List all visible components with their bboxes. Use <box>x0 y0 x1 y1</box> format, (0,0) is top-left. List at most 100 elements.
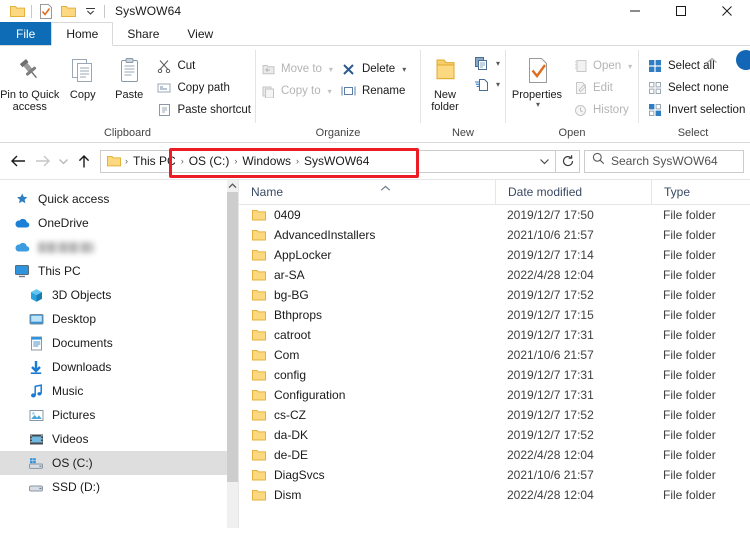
sidebar-item-pictures[interactable]: Pictures <box>0 403 238 427</box>
paste-shortcut-button[interactable]: Paste shortcut <box>152 99 255 121</box>
tab-share[interactable]: Share <box>113 22 173 46</box>
invert-selection-button[interactable]: Invert selection <box>643 99 749 121</box>
easy-access-button[interactable]: ▾ <box>469 74 504 95</box>
content-area: Quick access OneDrive This PC 3D Objects… <box>0 179 750 528</box>
sidebar-item-ssd-d[interactable]: SSD (D:) <box>0 475 238 499</box>
copy-button[interactable]: Copy <box>60 51 106 101</box>
back-button[interactable] <box>6 149 30 173</box>
tab-file[interactable]: File <box>0 22 52 46</box>
scroll-up-arrow-icon[interactable] <box>227 180 238 192</box>
select-all-button[interactable]: Select all <box>643 55 749 77</box>
history-button[interactable]: History <box>568 99 636 121</box>
new-folder-icon[interactable] <box>57 1 79 21</box>
table-row[interactable]: bg-BG 2019/12/7 17:52 File folder <box>239 285 750 305</box>
table-row[interactable]: DiagSvcs 2021/10/6 21:57 File folder <box>239 465 750 485</box>
chevron-down-icon[interactable] <box>79 1 101 21</box>
table-row[interactable]: Configuration 2019/12/7 17:31 File folde… <box>239 385 750 405</box>
forward-button[interactable] <box>30 149 54 173</box>
file-name-cell: 0409 <box>239 207 495 223</box>
refresh-button[interactable] <box>556 149 580 173</box>
column-header-type[interactable]: Type <box>651 180 750 205</box>
minimize-button[interactable] <box>612 0 658 22</box>
sidebar-item-documents[interactable]: Documents <box>0 331 238 355</box>
table-row[interactable]: Dism 2022/4/28 12:04 File folder <box>239 485 750 505</box>
up-button[interactable] <box>72 149 96 173</box>
sidebar-item-os-c[interactable]: OS (C:) <box>0 451 238 475</box>
navigation-scrollbar-thumb[interactable] <box>227 192 238 482</box>
table-row[interactable]: catroot 2019/12/7 17:31 File folder <box>239 325 750 345</box>
sidebar-item-quick-access[interactable]: Quick access <box>0 187 238 211</box>
copy-to-caret-icon[interactable]: ▾ <box>328 87 332 96</box>
rename-button[interactable]: Rename <box>337 80 410 102</box>
copy-to-button[interactable]: Copy to ▾ <box>256 80 337 102</box>
sidebar-item-3d-objects[interactable]: 3D Objects <box>0 283 238 307</box>
file-date-cell: 2022/4/28 12:04 <box>507 488 594 502</box>
new-folder-button[interactable]: New folder <box>421 51 469 113</box>
maximize-button[interactable] <box>658 0 704 22</box>
sidebar-item-desktop[interactable]: Desktop <box>0 307 238 331</box>
pin-to-quick-access-button[interactable]: Pin to Quick access <box>0 51 60 113</box>
navigation-scrollbar[interactable] <box>227 180 238 528</box>
breadcrumb-bar[interactable]: › This PC › OS (C:) › Windows › SysWOW64 <box>100 149 556 173</box>
table-row[interactable]: 0409 2019/12/7 17:50 File folder <box>239 205 750 225</box>
select-none-button[interactable]: Select none <box>643 77 749 99</box>
monitor-icon <box>14 263 30 279</box>
help-button[interactable] <box>736 50 750 70</box>
sidebar-label-os-c: OS (C:) <box>52 456 93 470</box>
table-row[interactable]: config 2019/12/7 17:31 File folder <box>239 365 750 385</box>
edit-label: Edit <box>593 82 613 94</box>
breadcrumb-item-windows[interactable]: Windows <box>237 154 296 168</box>
copy-path-button[interactable]: Copy path <box>152 77 255 99</box>
easy-access-caret-icon[interactable]: ▾ <box>496 80 500 89</box>
folder-icon[interactable] <box>6 1 28 21</box>
sidebar-item-music[interactable]: Music <box>0 379 238 403</box>
table-row[interactable]: AdvancedInstallers 2021/10/6 21:57 File … <box>239 225 750 245</box>
select-none-label: Select none <box>668 82 729 94</box>
new-item-button[interactable]: ▾ <box>469 53 504 74</box>
cut-button[interactable]: Cut <box>152 55 255 77</box>
edit-button[interactable]: Edit <box>568 77 636 99</box>
table-row[interactable]: de-DE 2022/4/28 12:04 File folder <box>239 445 750 465</box>
properties-icon[interactable] <box>35 1 57 21</box>
move-to-button[interactable]: Move to ▾ <box>256 58 337 80</box>
toolbar-divider <box>31 4 32 18</box>
move-to-caret-icon[interactable]: ▾ <box>329 65 333 74</box>
table-row[interactable]: Bthprops 2019/12/7 17:15 File folder <box>239 305 750 325</box>
new-item-caret-icon[interactable]: ▾ <box>496 59 500 68</box>
close-button[interactable] <box>704 0 750 22</box>
tab-view[interactable]: View <box>173 22 227 46</box>
sidebar-item-downloads[interactable]: Downloads <box>0 355 238 379</box>
table-row[interactable]: AppLocker 2019/12/7 17:14 File folder <box>239 245 750 265</box>
collapse-ribbon-button[interactable] <box>704 53 720 69</box>
column-header-name[interactable]: Name <box>239 180 495 205</box>
table-row[interactable]: Com 2021/10/6 21:57 File folder <box>239 345 750 365</box>
table-row[interactable]: cs-CZ 2019/12/7 17:52 File folder <box>239 405 750 425</box>
table-row[interactable]: da-DK 2019/12/7 17:52 File folder <box>239 425 750 445</box>
sidebar-item-this-pc[interactable]: This PC <box>0 259 238 283</box>
file-date-cell: 2021/10/6 21:57 <box>507 348 594 362</box>
delete-caret-icon[interactable]: ▾ <box>402 65 406 74</box>
previous-locations-button[interactable] <box>533 157 555 165</box>
open-caret-icon[interactable]: ▾ <box>628 62 632 71</box>
delete-button[interactable]: Delete ▾ <box>337 58 410 80</box>
sidebar-item-onedrive[interactable]: OneDrive <box>0 211 238 235</box>
paste-button[interactable]: Paste <box>106 51 152 101</box>
group-label-open: Open <box>558 127 586 139</box>
sidebar-item-onedrive-account[interactable] <box>0 235 238 259</box>
rename-icon <box>341 83 357 99</box>
search-box[interactable]: Search SysWOW64 <box>584 149 744 173</box>
recent-locations-button[interactable] <box>54 149 72 173</box>
breadcrumb-item-this-pc[interactable]: This PC <box>128 154 181 168</box>
open-button[interactable]: Open ▾ <box>568 55 636 77</box>
properties-button[interactable]: Properties ▾ <box>506 51 568 109</box>
properties-caret-icon[interactable]: ▾ <box>536 100 540 109</box>
ribbon-group-new: New folder ▾ ▾ New <box>421 46 505 143</box>
table-row[interactable]: ar-SA 2022/4/28 12:04 File folder <box>239 265 750 285</box>
search-input[interactable]: Search SysWOW64 <box>611 154 718 168</box>
ribbon-group-open: Properties ▾ Open ▾ Edit History Open <box>506 46 638 143</box>
tab-home[interactable]: Home <box>51 22 114 46</box>
sidebar-item-videos[interactable]: Videos <box>0 427 238 451</box>
breadcrumb-item-os-c[interactable]: OS (C:) <box>184 154 235 168</box>
breadcrumb-item-syswow64[interactable]: SysWOW64 <box>299 154 374 168</box>
column-header-date-modified[interactable]: Date modified <box>495 180 651 205</box>
